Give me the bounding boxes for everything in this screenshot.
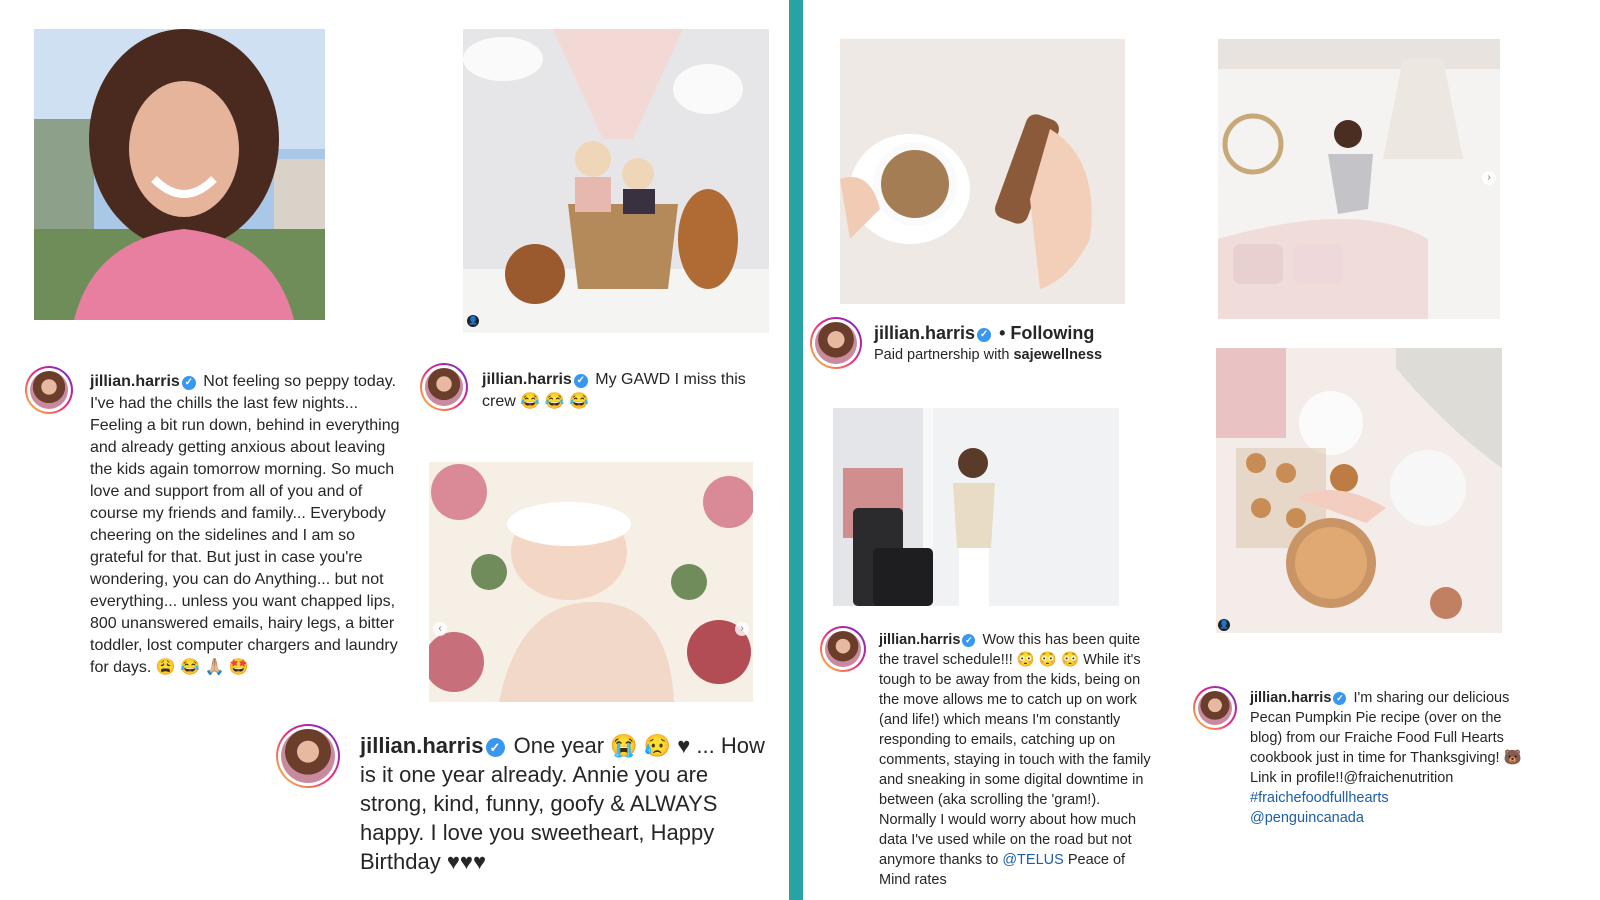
tag-icon[interactable]: 👤 [467,315,479,327]
pie-caption: jillian.harris ✓ I'm sharing our deliciou… [1250,688,1530,828]
partner-link[interactable]: sajewellness [1013,347,1102,363]
tag-icon[interactable]: 👤 [1218,619,1230,631]
verified-icon: ✓ [1333,692,1347,705]
panel-divider [789,0,803,900]
username[interactable]: jillian.harris [482,371,572,388]
avatar[interactable] [820,626,866,672]
verified-icon: ✓ [485,738,505,757]
caption-text: Not feeling so peppy today. I've had the… [90,373,400,676]
kids-dogs-image [463,29,769,333]
saje-post-header: jillian.harris ✓ • Following Paid partner… [874,321,1174,365]
kids-dogs-photo[interactable]: 👤 [463,29,769,333]
avatar[interactable] [25,366,73,414]
username[interactable]: jillian.harris [879,632,960,648]
carousel-next-icon[interactable]: › [1482,171,1496,185]
verified-icon: ✓ [977,328,992,342]
bedroom-photo[interactable]: › [1218,39,1500,319]
username[interactable]: jillian.harris [90,373,180,390]
avatar[interactable] [1193,686,1237,730]
travel-image [833,408,1119,606]
pie-photo[interactable]: 👤 [1216,348,1502,633]
caption-text: Wow this has been quite the travel sched… [879,632,1151,868]
verified-icon: ✓ [573,374,588,388]
selfie-image [34,29,325,320]
mention-link[interactable]: @TELUS [1002,852,1063,868]
selfie-photo[interactable] [34,29,325,320]
avatar[interactable] [276,724,340,788]
baby-image [429,462,753,702]
username[interactable]: jillian.harris [874,323,975,343]
carousel-prev-icon[interactable]: ‹ [433,622,447,636]
follow-status[interactable]: • Following [999,323,1094,343]
saje-image [840,39,1125,304]
selfie-caption: jillian.harris ✓ Not feeling so peppy tod… [90,371,400,679]
kids-dogs-caption: jillian.harris ✓ My GAWD I miss this crew… [482,369,767,413]
avatar[interactable] [420,363,468,411]
pie-image [1216,348,1502,633]
verified-icon: ✓ [181,376,196,390]
username[interactable]: jillian.harris [1250,690,1331,706]
verified-icon: ✓ [962,634,976,647]
baby-photo[interactable]: ‹ › [429,462,753,702]
travel-caption: jillian.harris ✓ Wow this has been quite … [879,630,1157,890]
username[interactable]: jillian.harris [360,733,484,758]
carousel-next-icon[interactable]: › [735,622,749,636]
saje-photo[interactable] [840,39,1125,304]
birthday-caption: jillian.harris ✓ One year 😭 😥 ♥ ... How i… [360,731,770,876]
travel-photo[interactable] [833,408,1119,606]
bedroom-image [1218,39,1500,319]
avatar[interactable] [810,317,862,369]
paid-partnership-label: Paid partnership with [874,347,1010,363]
hashtag-link[interactable]: #fraichefoodfullhearts [1250,788,1530,808]
mention-link[interactable]: @penguincanada [1250,808,1530,828]
